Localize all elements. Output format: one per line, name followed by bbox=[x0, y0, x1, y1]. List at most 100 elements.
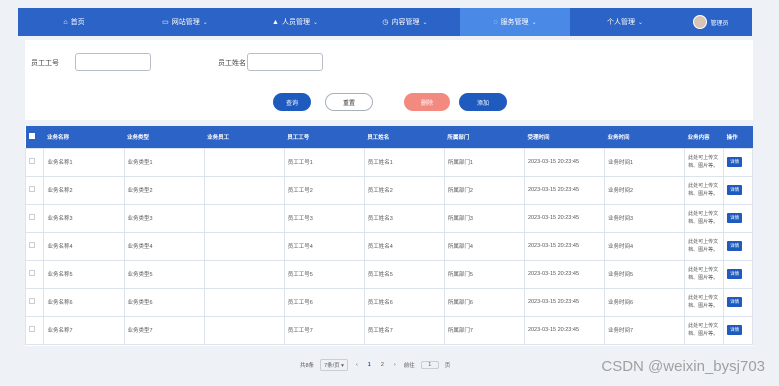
table-cell bbox=[203, 259, 285, 289]
row-checkbox[interactable] bbox=[29, 242, 35, 248]
page-list: 12 bbox=[366, 362, 386, 368]
table-cell: 业务时间4 bbox=[604, 231, 686, 261]
table-cell: 业务类型3 bbox=[123, 203, 205, 233]
table-cell: 业务名称7 bbox=[43, 315, 125, 345]
table-cell: 所属部门6 bbox=[443, 287, 525, 317]
table-cell: 所属部门2 bbox=[443, 175, 525, 205]
row-select-cell bbox=[25, 175, 45, 205]
table-cell: 所属部门5 bbox=[443, 259, 525, 289]
page-size-select[interactable]: 7条/页 ▾ bbox=[320, 359, 348, 371]
nav-item-label: 内容管理 bbox=[391, 19, 420, 26]
nav-item-label: 人员管理 bbox=[281, 19, 310, 26]
delete-button[interactable]: 删除 bbox=[404, 93, 450, 111]
column-header: 业务内容 bbox=[687, 134, 710, 141]
employee-name-input[interactable] bbox=[247, 53, 323, 71]
table-cell: 此处可上传文档、图片等。 bbox=[684, 315, 725, 345]
detail-button[interactable]: 详情 bbox=[727, 297, 743, 307]
action-cell: 详情 bbox=[723, 315, 753, 345]
user-name: 管理员 bbox=[710, 20, 729, 27]
column-header: 业务类型 bbox=[127, 134, 150, 141]
table-cell: 业务类型1 bbox=[123, 147, 205, 177]
row-checkbox[interactable] bbox=[29, 326, 35, 332]
chevron-down-icon: ⌄ bbox=[422, 19, 428, 26]
detail-button[interactable]: 详情 bbox=[727, 269, 743, 279]
select-all-checkbox[interactable] bbox=[28, 132, 35, 139]
action-cell: 详情 bbox=[723, 147, 753, 177]
person-icon: ▲ bbox=[272, 18, 279, 26]
table-cell: 业务类型5 bbox=[123, 259, 205, 289]
query-button[interactable]: 查询 bbox=[273, 93, 311, 111]
select-all-cell bbox=[26, 126, 44, 148]
employee-name-label: 员工姓名 bbox=[218, 60, 246, 67]
row-select-cell bbox=[25, 231, 45, 261]
nav-item-label: 首页 bbox=[70, 19, 85, 26]
table-cell: 业务名称1 bbox=[43, 147, 125, 177]
table-cell bbox=[203, 315, 285, 345]
nav-item-1[interactable]: ⌂ 首页 bbox=[18, 8, 130, 36]
total-count: 共8条 bbox=[300, 363, 315, 369]
data-table: 业务名称 业务类型 业务员工 员工工号 员工姓名 所属部门 受理时间 业务时间 业务内容 操作 业… bbox=[25, 126, 753, 346]
reset-button[interactable]: 重置 bbox=[325, 93, 373, 111]
detail-button[interactable]: 详情 bbox=[727, 157, 743, 167]
goto-page-input[interactable]: 1 bbox=[420, 361, 439, 369]
nav-item-label: 个人管理 bbox=[606, 19, 635, 26]
nav-item-4[interactable]: ◷ 内容管理 ⌄ bbox=[350, 8, 460, 36]
table-cell: 此处可上传文档、图片等。 bbox=[684, 259, 725, 289]
next-page-button[interactable]: › bbox=[392, 362, 398, 368]
row-checkbox[interactable] bbox=[29, 298, 35, 304]
table-row[interactable]: 业务名称4 业务类型4 员工工号4 员工姓名4 所属部门4 2023-03-15 20:2… bbox=[25, 231, 753, 261]
monitor-icon: ▭ bbox=[162, 19, 169, 26]
chevron-down-icon: ⌄ bbox=[531, 19, 537, 26]
table-cell: 业务类型2 bbox=[123, 175, 205, 205]
nav-item-2[interactable]: ▭ 网站管理 ⌄ bbox=[130, 8, 240, 36]
detail-button[interactable]: 详情 bbox=[727, 185, 743, 195]
table-cell: 此处可上传文档、图片等。 bbox=[684, 287, 725, 317]
page-number-button[interactable]: 1 bbox=[366, 362, 373, 368]
chevron-down-icon: ⌄ bbox=[637, 19, 644, 26]
nav-item-6[interactable]: 个人管理 ⌄ bbox=[570, 8, 680, 36]
table-cell: 员工姓名1 bbox=[363, 147, 445, 177]
nav-item-5[interactable]: ◌ 服务管理 ⌄ bbox=[460, 8, 570, 36]
detail-button[interactable]: 详情 bbox=[727, 325, 743, 335]
table-row[interactable]: 业务名称5 业务类型5 员工工号5 员工姓名5 所属部门5 2023-03-15 20:2… bbox=[25, 259, 753, 289]
detail-button[interactable]: 详情 bbox=[727, 213, 743, 223]
avatar bbox=[693, 15, 708, 29]
column-header: 受理时间 bbox=[527, 134, 550, 141]
row-select-cell bbox=[25, 147, 45, 177]
prev-page-button[interactable]: ‹ bbox=[354, 362, 360, 368]
table-row[interactable]: 业务名称6 业务类型6 员工工号6 员工姓名6 所属部门6 2023-03-15 20:2… bbox=[25, 287, 753, 317]
top-nav: ⌂ 首页 ▭ 网站管理 ⌄ ▲ 人员管理 ⌄ ◷ 内容管理 ⌄ ◌ 服务管理 ⌄ 个人管理 ⌄ 管理员 bbox=[18, 8, 752, 36]
table-row[interactable]: 业务名称7 业务类型7 员工工号7 员工姓名7 所属部门7 2023-03-15 20:2… bbox=[25, 315, 753, 345]
table-cell bbox=[203, 231, 285, 261]
add-button[interactable]: 添加 bbox=[459, 93, 507, 111]
action-cell: 详情 bbox=[723, 231, 753, 261]
table-cell: 业务时间5 bbox=[604, 259, 686, 289]
employee-no-input[interactable] bbox=[75, 53, 151, 71]
user-menu[interactable]: 管理员 bbox=[680, 8, 742, 36]
table-cell bbox=[203, 203, 285, 233]
row-checkbox[interactable] bbox=[29, 214, 35, 220]
table-cell: 员工姓名5 bbox=[363, 259, 445, 289]
row-checkbox[interactable] bbox=[29, 186, 35, 192]
table-cell bbox=[203, 287, 285, 317]
chat-icon: ◌ bbox=[493, 18, 498, 26]
table-cell: 业务时间2 bbox=[604, 175, 686, 205]
table-row[interactable]: 业务名称2 业务类型2 员工工号2 员工姓名2 所属部门2 2023-03-15 20:2… bbox=[25, 175, 753, 205]
home-icon: ⌂ bbox=[63, 18, 68, 26]
page-size-value: 7条/页 bbox=[324, 363, 340, 369]
table-cell: 此处可上传文档、图片等。 bbox=[684, 231, 725, 261]
table-cell: 员工工号1 bbox=[283, 147, 365, 177]
table-row[interactable]: 业务名称3 业务类型3 员工工号3 员工姓名3 所属部门3 2023-03-15 20:2… bbox=[25, 203, 753, 233]
table-row[interactable]: 业务名称1 业务类型1 员工工号1 员工姓名1 所属部门1 2023-03-15 20:2… bbox=[25, 147, 753, 177]
table-cell: 员工工号7 bbox=[283, 315, 365, 345]
table-cell: 2023-03-15 20:23:45 bbox=[523, 147, 606, 177]
detail-button[interactable]: 详情 bbox=[727, 241, 743, 251]
action-cell: 详情 bbox=[723, 203, 753, 233]
table-cell: 2023-03-15 20:23:45 bbox=[523, 259, 606, 289]
row-select-cell bbox=[25, 287, 45, 317]
table-cell: 2023-03-15 20:23:45 bbox=[523, 315, 606, 345]
row-checkbox[interactable] bbox=[29, 270, 35, 276]
nav-item-3[interactable]: ▲ 人员管理 ⌄ bbox=[240, 8, 350, 36]
row-checkbox[interactable] bbox=[29, 158, 35, 164]
page-number-button[interactable]: 2 bbox=[379, 362, 386, 368]
